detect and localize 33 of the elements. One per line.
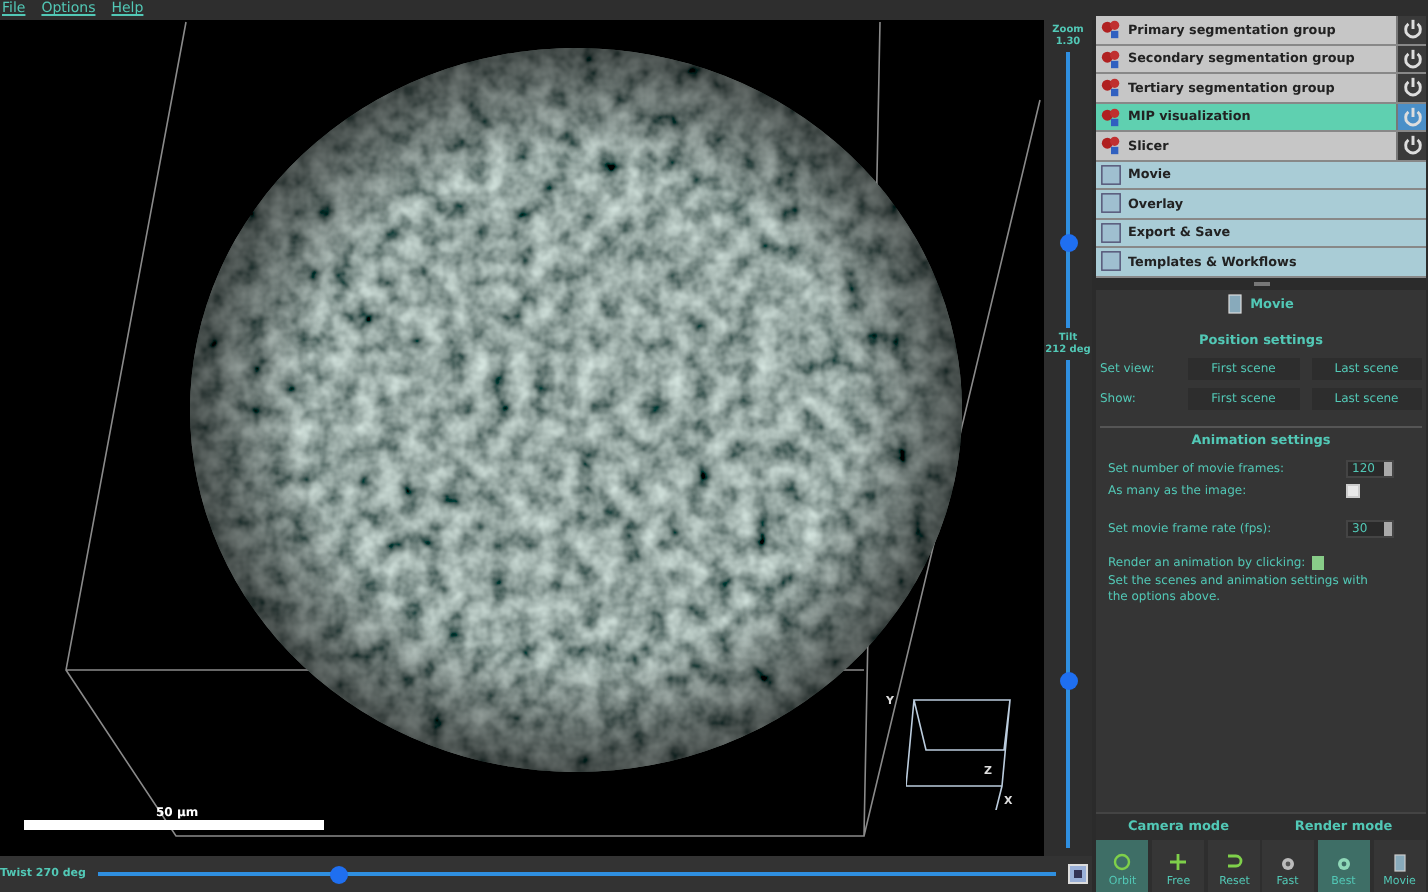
tool-icon	[1100, 250, 1122, 273]
checkbox[interactable]	[1346, 483, 1360, 497]
orbit-icon	[1112, 852, 1133, 872]
render-icon[interactable]	[1311, 555, 1324, 569]
plus-icon	[1168, 852, 1189, 872]
film-icon	[1228, 293, 1243, 313]
reset-view-button[interactable]	[1068, 864, 1088, 884]
tool-icon	[1100, 221, 1122, 244]
power-icon	[1401, 76, 1423, 99]
tool-icon	[1100, 163, 1122, 186]
module-icon	[1100, 76, 1122, 99]
power-button[interactable]	[1396, 74, 1426, 101]
square-icon	[1074, 870, 1082, 878]
film-icon	[1393, 854, 1406, 872]
power-button[interactable]	[1396, 45, 1426, 72]
slider-thumb[interactable]	[1059, 671, 1077, 690]
gear-icon	[1279, 856, 1296, 872]
power-icon	[1401, 105, 1423, 128]
module-icon	[1100, 134, 1122, 157]
module-icon	[1100, 105, 1122, 128]
power-icon	[1401, 47, 1423, 70]
power-button[interactable]	[1396, 16, 1426, 43]
gear-icon	[1335, 856, 1352, 872]
power-icon	[1401, 134, 1423, 157]
slider-thumb[interactable]	[1059, 234, 1077, 253]
power-button[interactable]	[1396, 132, 1426, 159]
slider-thumb[interactable]	[329, 865, 348, 883]
module-icon	[1100, 18, 1122, 41]
splitter-handle-icon[interactable]	[1253, 281, 1269, 285]
power-icon	[1401, 18, 1423, 41]
module-icon	[1100, 47, 1122, 70]
tool-icon	[1100, 192, 1122, 215]
undo-icon	[1224, 852, 1245, 872]
